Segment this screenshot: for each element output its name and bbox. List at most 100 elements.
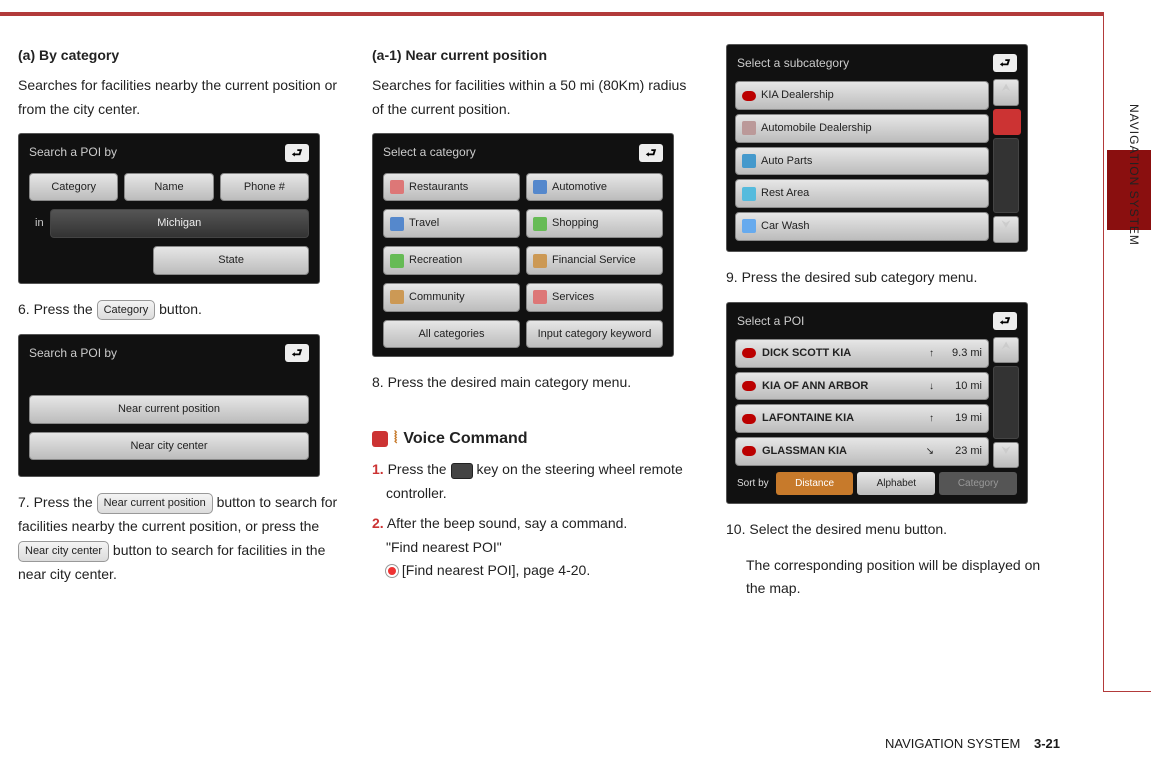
subcategory-icon — [742, 91, 756, 101]
direction-arrow-icon: ↘ — [926, 443, 934, 460]
category-btn[interactable]: Community — [383, 283, 520, 312]
near-current-pill: Near current position — [97, 493, 213, 514]
back-icon[interactable]: ⮐ — [285, 144, 309, 162]
category-icon — [533, 217, 547, 231]
ui4-list: KIA Dealership Automobile Dealership Auto … — [735, 79, 989, 242]
step-8: 8. Press the desired main category menu. — [372, 371, 692, 395]
sort-alphabet[interactable]: Alphabet — [857, 472, 935, 495]
direction-arrow-icon: ↑ — [929, 410, 934, 427]
ui1-top-row: CategoryNamePhone # — [23, 169, 315, 206]
column-left: (a) By category Searches for facilities … — [18, 44, 338, 613]
scroll-bottom-icon[interactable]: ⮟ — [993, 442, 1019, 468]
column-right: Select a subcategory ⮐ KIA Dealership Aut… — [726, 44, 1046, 613]
voice-command-heading: ⦚ Voice Command — [372, 425, 692, 452]
voice-app-icon — [372, 431, 388, 447]
category-btn[interactable]: Services — [526, 283, 663, 312]
poi-item[interactable]: GLASSMAN KIA↘23 mi — [735, 437, 989, 466]
ui2-option[interactable]: Near current position — [29, 395, 309, 424]
category-icon — [390, 180, 404, 194]
state-button[interactable]: State — [153, 246, 309, 275]
scroll-controls: ⮝ ⮟ — [993, 337, 1019, 468]
ui-search-poi-by-2: Search a POI by ⮐ Near current positionN… — [18, 334, 320, 478]
state-name-btn[interactable]: Michigan — [50, 209, 309, 238]
kia-logo-icon — [742, 414, 756, 424]
subcategory-item[interactable]: Auto Parts — [735, 147, 989, 176]
vc-step-2: 2. After the beep sound, say a command. … — [372, 512, 692, 583]
heading-a1: (a-1) Near current position — [372, 44, 692, 68]
kia-logo-icon — [742, 446, 756, 456]
step-7: 7. Press the Near current position butto… — [18, 491, 338, 586]
category-btn[interactable]: Shopping — [526, 209, 663, 238]
direction-arrow-icon: ↑ — [929, 345, 934, 362]
ui-select-poi: Select a POI ⮐ DICK SCOTT KIA↑9.3 mi KIA … — [726, 302, 1028, 504]
subcategory-item[interactable]: Rest Area — [735, 179, 989, 208]
back-icon[interactable]: ⮐ — [993, 312, 1017, 330]
poi-item[interactable]: DICK SCOTT KIA↑9.3 mi — [735, 339, 989, 368]
subcategory-icon — [742, 121, 756, 135]
subcategory-icon — [742, 219, 756, 233]
in-label: in — [29, 214, 44, 233]
sort-distance[interactable]: Distance — [776, 472, 854, 495]
scroll-track — [993, 138, 1019, 213]
sort-label: Sort by — [737, 475, 769, 492]
category-icon — [390, 254, 404, 268]
category-icon — [390, 290, 404, 304]
back-icon[interactable]: ⮐ — [639, 144, 663, 162]
ui2-options: Near current position Near city center — [23, 391, 315, 464]
subcategory-item[interactable]: KIA Dealership — [735, 81, 989, 110]
category-btn[interactable]: Recreation — [383, 246, 520, 275]
scroll-top-icon[interactable]: ⮝ — [993, 337, 1019, 363]
direction-arrow-icon: ↓ — [929, 378, 934, 395]
scroll-top-icon[interactable]: ⮝ — [993, 79, 1019, 105]
step-10b: The corresponding position will be displ… — [726, 554, 1046, 602]
subcategory-item[interactable]: Car Wash — [735, 212, 989, 241]
top-accent-bar — [0, 12, 1103, 16]
category-pill: Category — [97, 300, 156, 321]
back-icon[interactable]: ⮐ — [285, 344, 309, 362]
vc-quote: "Find nearest POI" — [386, 536, 692, 560]
near-city-pill: Near city center — [18, 541, 109, 562]
poi-item[interactable]: LAFONTAINE KIA↑19 mi — [735, 404, 989, 433]
step-6: 6. Press the Category button. — [18, 298, 338, 322]
ui3-grid: RestaurantsAutomotiveTravelShoppingRecre… — [377, 169, 669, 316]
ui5-list: DICK SCOTT KIA↑9.3 mi KIA OF ANN ARBOR↓10… — [735, 337, 989, 468]
scroll-thumb[interactable] — [993, 109, 1021, 135]
vc-step-1: 1. Press the key on the steering wheel r… — [372, 458, 692, 506]
kia-logo-icon — [742, 348, 756, 358]
category-bottom-btn[interactable]: Input category keyword — [526, 320, 663, 349]
ui5-title: Select a POI — [737, 311, 804, 331]
ui-select-subcategory: Select a subcategory ⮐ KIA Dealership Aut… — [726, 44, 1028, 252]
category-icon — [533, 290, 547, 304]
ui-search-poi-by: Search a POI by ⮐ CategoryNamePhone # in… — [18, 133, 320, 283]
subcategory-item[interactable]: Automobile Dealership — [735, 114, 989, 143]
scroll-controls: ⮝ ⮟ — [993, 79, 1019, 242]
sort-row: Sort by Distance Alphabet Category — [731, 468, 1023, 499]
side-section-label: NAVIGATION SYSTEM — [1123, 104, 1141, 424]
scroll-bottom-icon[interactable]: ⮟ — [993, 216, 1019, 242]
ui1-btn-name[interactable]: Name — [124, 173, 213, 202]
category-btn[interactable]: Restaurants — [383, 173, 520, 202]
category-btn[interactable]: Automotive — [526, 173, 663, 202]
ui3-bottom-row: All categoriesInput category keyword — [377, 316, 669, 353]
intro-a: Searches for facilities nearby the curre… — [18, 74, 338, 122]
footer-page: 3-21 — [1034, 736, 1060, 751]
ui1-btn-category[interactable]: Category — [29, 173, 118, 202]
ui1-title: Search a POI by — [29, 142, 117, 162]
vc-ref: [Find nearest POI], page 4-20. — [386, 559, 692, 583]
category-icon — [533, 254, 547, 268]
poi-item[interactable]: KIA OF ANN ARBOR↓10 mi — [735, 372, 989, 401]
ui2-option[interactable]: Near city center — [29, 432, 309, 461]
category-btn[interactable]: Travel — [383, 209, 520, 238]
step-10a: 10. Select the desired menu button. — [726, 518, 1046, 542]
heading-a: (a) By category — [18, 44, 338, 68]
steering-voice-key-icon — [451, 463, 473, 479]
ui4-title: Select a subcategory — [737, 53, 849, 73]
ui3-title: Select a category — [383, 142, 476, 162]
pin-icon — [386, 565, 398, 577]
column-mid: (a-1) Near current position Searches for… — [372, 44, 692, 613]
category-bottom-btn[interactable]: All categories — [383, 320, 520, 349]
category-btn[interactable]: Financial Service — [526, 246, 663, 275]
back-icon[interactable]: ⮐ — [993, 54, 1017, 72]
ui1-btn-phone[interactable]: Phone # — [220, 173, 309, 202]
sort-category[interactable]: Category — [939, 472, 1017, 495]
